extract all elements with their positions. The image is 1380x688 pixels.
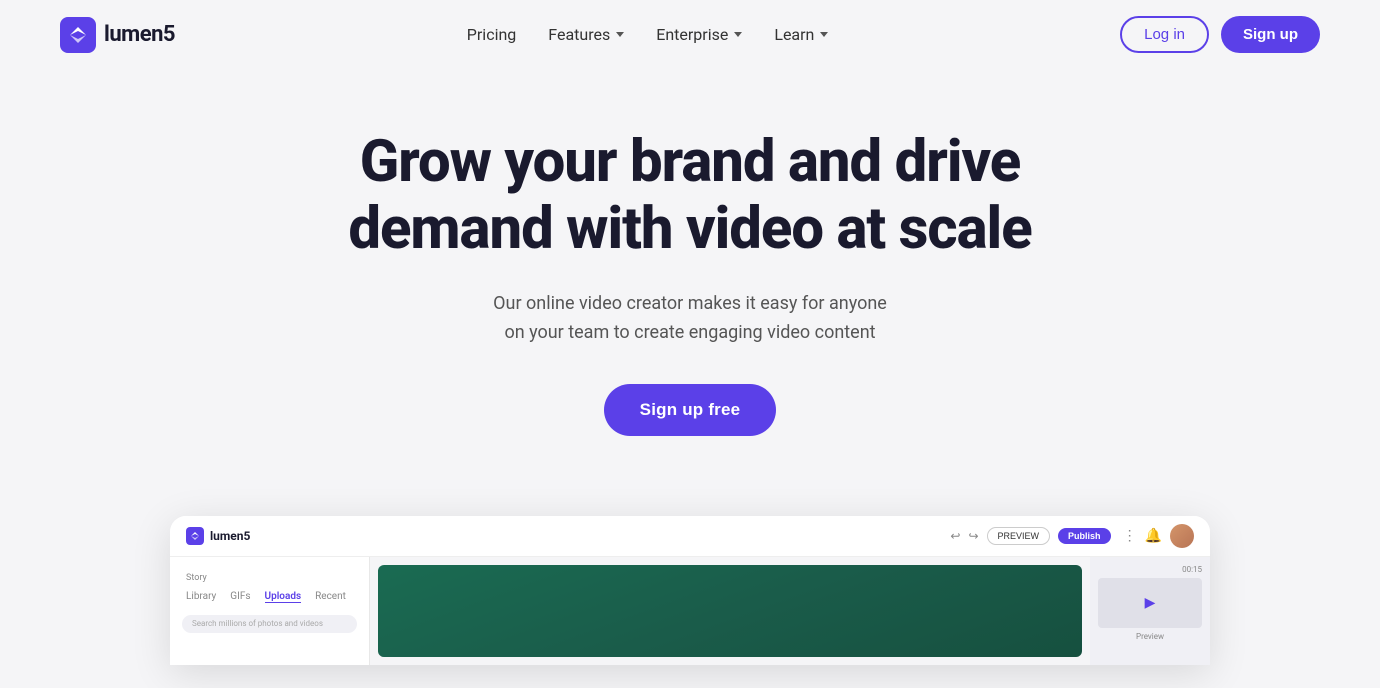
main-nav: Pricing Features Enterprise Learn [467,25,829,44]
sidebar-tab-gifs[interactable]: GIFs [230,591,250,603]
nav-learn[interactable]: Learn [774,25,828,44]
logo-text: lumen5 [104,22,175,47]
header-auth-buttons: Log in Sign up [1120,16,1320,53]
app-preview: lumen5 ↩ ↪ PREVIEW Publish ⋮ 🔔 Story [170,516,1210,665]
preview-button[interactable]: PREVIEW [987,527,1051,545]
chevron-down-icon [616,32,624,37]
undo-icon[interactable]: ↩ [950,529,960,543]
sidebar-tab-recent[interactable]: Recent [315,591,346,603]
publish-button[interactable]: Publish [1058,528,1111,544]
hero-title: Grow your brand and drive demand with vi… [348,129,1031,262]
app-topbar: lumen5 ↩ ↪ PREVIEW Publish ⋮ 🔔 [170,516,1210,557]
login-button[interactable]: Log in [1120,16,1209,53]
sidebar-search[interactable]: Search millions of photos and videos [182,615,357,633]
bell-icon[interactable]: 🔔 [1145,528,1162,544]
avatar[interactable] [1170,524,1194,548]
hero-subtitle: Our online video creator makes it easy f… [493,290,887,348]
app-sidebar: Story Library GIFs Uploads Recent Search… [170,557,370,665]
app-right-panel: 00:15 ▶ Preview [1090,557,1210,665]
app-topbar-logo: lumen5 [186,527,250,545]
signup-button[interactable]: Sign up [1221,16,1320,53]
app-body: Story Library GIFs Uploads Recent Search… [170,557,1210,665]
sidebar-tab-uploads[interactable]: Uploads [265,591,302,603]
nav-features[interactable]: Features [548,25,624,44]
play-icon[interactable]: ▶ [1145,595,1156,611]
nav-enterprise[interactable]: Enterprise [656,25,742,44]
app-content-area: 00:15 ▶ Preview [370,557,1210,665]
chevron-down-icon [734,32,742,37]
timer-display: 00:15 [1098,565,1202,574]
preview-thumbnail: ▶ [1098,578,1202,628]
app-main-content: 00:15 ▶ Preview [370,557,1210,665]
app-logo-icon [186,527,204,545]
app-topbar-actions: ↩ ↪ PREVIEW Publish ⋮ 🔔 [950,524,1194,548]
preview-label: Preview [1098,632,1202,641]
app-video-canvas [378,565,1082,657]
hero-section: Grow your brand and drive demand with vi… [0,69,1380,476]
site-header: lumen5 Pricing Features Enterprise Learn… [0,0,1380,69]
lumen5-logo-icon [60,17,96,53]
sidebar-tabs: Library GIFs Uploads Recent [170,587,369,607]
chevron-down-icon [820,32,828,37]
logo-link[interactable]: lumen5 [60,17,175,53]
story-label: Story [170,569,369,587]
more-options-icon[interactable]: ⋮ [1123,528,1137,544]
sidebar-tab-library[interactable]: Library [186,591,216,603]
nav-pricing[interactable]: Pricing [467,25,517,44]
redo-icon[interactable]: ↪ [968,529,978,543]
hero-cta-button[interactable]: Sign up free [604,384,777,436]
